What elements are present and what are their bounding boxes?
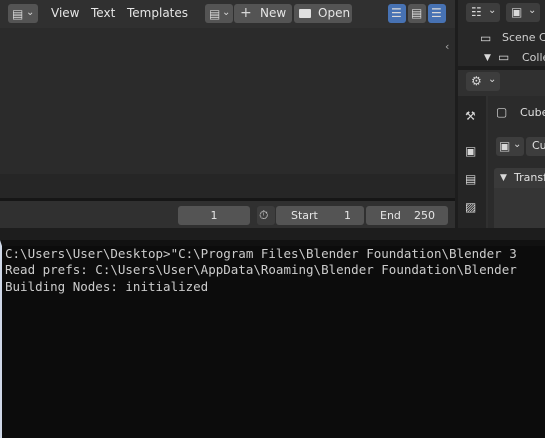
syntax-highlight-icon: ☰ — [431, 6, 442, 20]
text-document-icon: ▤ — [209, 7, 221, 21]
text-browse-button[interactable]: ▤ ⌄ — [205, 4, 233, 23]
mesh-name-field[interactable]: Cu — [526, 137, 545, 156]
chevron-down-icon: ⌄ — [488, 74, 497, 85]
open-label: Open — [318, 6, 351, 20]
outliner: ☷ ⌄ ▣ ⌄ ▭ Scene Co ▼ ▭ Colle — [458, 0, 545, 66]
scene-collection-icon: ▭ — [480, 31, 492, 45]
outliner-display-mode-button[interactable]: ☷ ⌄ — [466, 3, 500, 22]
mesh-name: Cu — [532, 139, 545, 152]
mesh-icon: ▣ — [499, 139, 511, 153]
menu-text[interactable]: Text — [91, 6, 115, 20]
console-window[interactable]: C:\Users\User\Desktop>"C:\Program Files\… — [0, 240, 545, 438]
transform-panel-header[interactable]: ▼ Transf — [494, 168, 545, 188]
text-editor-footer — [0, 174, 455, 198]
mesh-data-browse-button[interactable]: ▣ ⌄ — [496, 137, 524, 156]
open-text-button[interactable]: Open — [294, 4, 352, 23]
image-icon: ▣ — [511, 5, 523, 19]
scene-collection-label[interactable]: Scene Co — [502, 31, 545, 44]
word-wrap-icon: ▤ — [411, 6, 423, 20]
tool-icon[interactable]: ⚒ — [465, 109, 476, 123]
properties-tabs: ⚒ ▣ ▤ ▨ — [458, 96, 486, 228]
syntax-highlight-toggle[interactable]: ☰ — [428, 4, 446, 23]
word-wrap-toggle[interactable]: ▤ — [408, 4, 426, 23]
text-editor-area[interactable]: ‹ — [0, 28, 455, 174]
line-numbers-icon: ☰ — [391, 6, 402, 20]
transform-panel-label: Transf — [514, 171, 545, 184]
render-icon[interactable]: ▣ — [465, 144, 476, 158]
properties-editor-type-button[interactable]: ⚙ ⌄ — [466, 72, 500, 91]
timeline-header: 1 ⏱ Start 1 End 250 — [0, 201, 455, 228]
object-name: Cube — [520, 106, 545, 119]
stopwatch-icon: ⏱ — [259, 208, 269, 222]
console-line: C:\Users\User\Desktop>"C:\Program Files\… — [5, 246, 517, 261]
blender-window: ▤ ⌄ View Text Templates ▤ ⌄ + New Open ☰… — [0, 0, 545, 240]
properties-icon: ⚙ — [471, 74, 482, 88]
chevron-down-icon: ⌄ — [488, 5, 497, 16]
plus-icon: + — [240, 5, 252, 21]
disclosure-triangle-icon[interactable]: ▼ — [484, 51, 491, 65]
start-value: 1 — [344, 209, 351, 222]
transform-panel-body — [494, 188, 545, 228]
end-frame-field[interactable]: End 250 — [366, 206, 448, 225]
view-layer-icon[interactable]: ▨ — [465, 200, 476, 214]
end-value: 250 — [414, 209, 435, 222]
current-frame-field[interactable]: 1 — [178, 206, 250, 225]
start-frame-field[interactable]: Start 1 — [276, 206, 364, 225]
properties-main: ▢ Cube ▣ ⌄ Cu ▼ Transf — [488, 96, 545, 228]
output-icon[interactable]: ▤ — [465, 172, 476, 186]
text-editor-icon: ▤ — [12, 7, 24, 21]
text-editor-header: ▤ ⌄ View Text Templates ▤ ⌄ + New Open ☰… — [0, 0, 455, 28]
chevron-down-icon: ⌄ — [222, 7, 231, 18]
chevron-down-icon: ⌄ — [513, 139, 522, 150]
object-icon: ▢ — [496, 105, 508, 119]
editor-type-button[interactable]: ▤ ⌄ — [8, 4, 38, 23]
console-line: Building Nodes: initialized — [5, 279, 209, 294]
line-numbers-toggle[interactable]: ☰ — [388, 4, 406, 23]
menu-templates[interactable]: Templates — [127, 6, 188, 20]
preview-range-toggle[interactable]: ⏱ — [257, 206, 275, 225]
disclosure-triangle-icon: ▼ — [500, 173, 507, 183]
outliner-icon: ☷ — [471, 5, 482, 19]
collection-label[interactable]: Colle — [522, 51, 545, 64]
new-label: New — [260, 6, 287, 20]
console-line: Read prefs: C:\Users\User\AppData\Roamin… — [5, 262, 517, 277]
chevron-left-icon[interactable]: ‹ — [445, 40, 449, 54]
start-label: Start — [291, 209, 318, 222]
menu-view[interactable]: View — [51, 6, 79, 20]
current-frame-value: 1 — [210, 209, 218, 222]
chevron-down-icon: ⌄ — [528, 5, 537, 16]
end-label: End — [380, 209, 401, 222]
folder-icon — [299, 9, 311, 18]
outliner-filter-button[interactable]: ▣ ⌄ — [506, 3, 540, 22]
new-text-button[interactable]: + New — [234, 4, 292, 23]
chevron-down-icon: ⌄ — [26, 7, 35, 18]
collection-icon: ▭ — [498, 50, 510, 64]
